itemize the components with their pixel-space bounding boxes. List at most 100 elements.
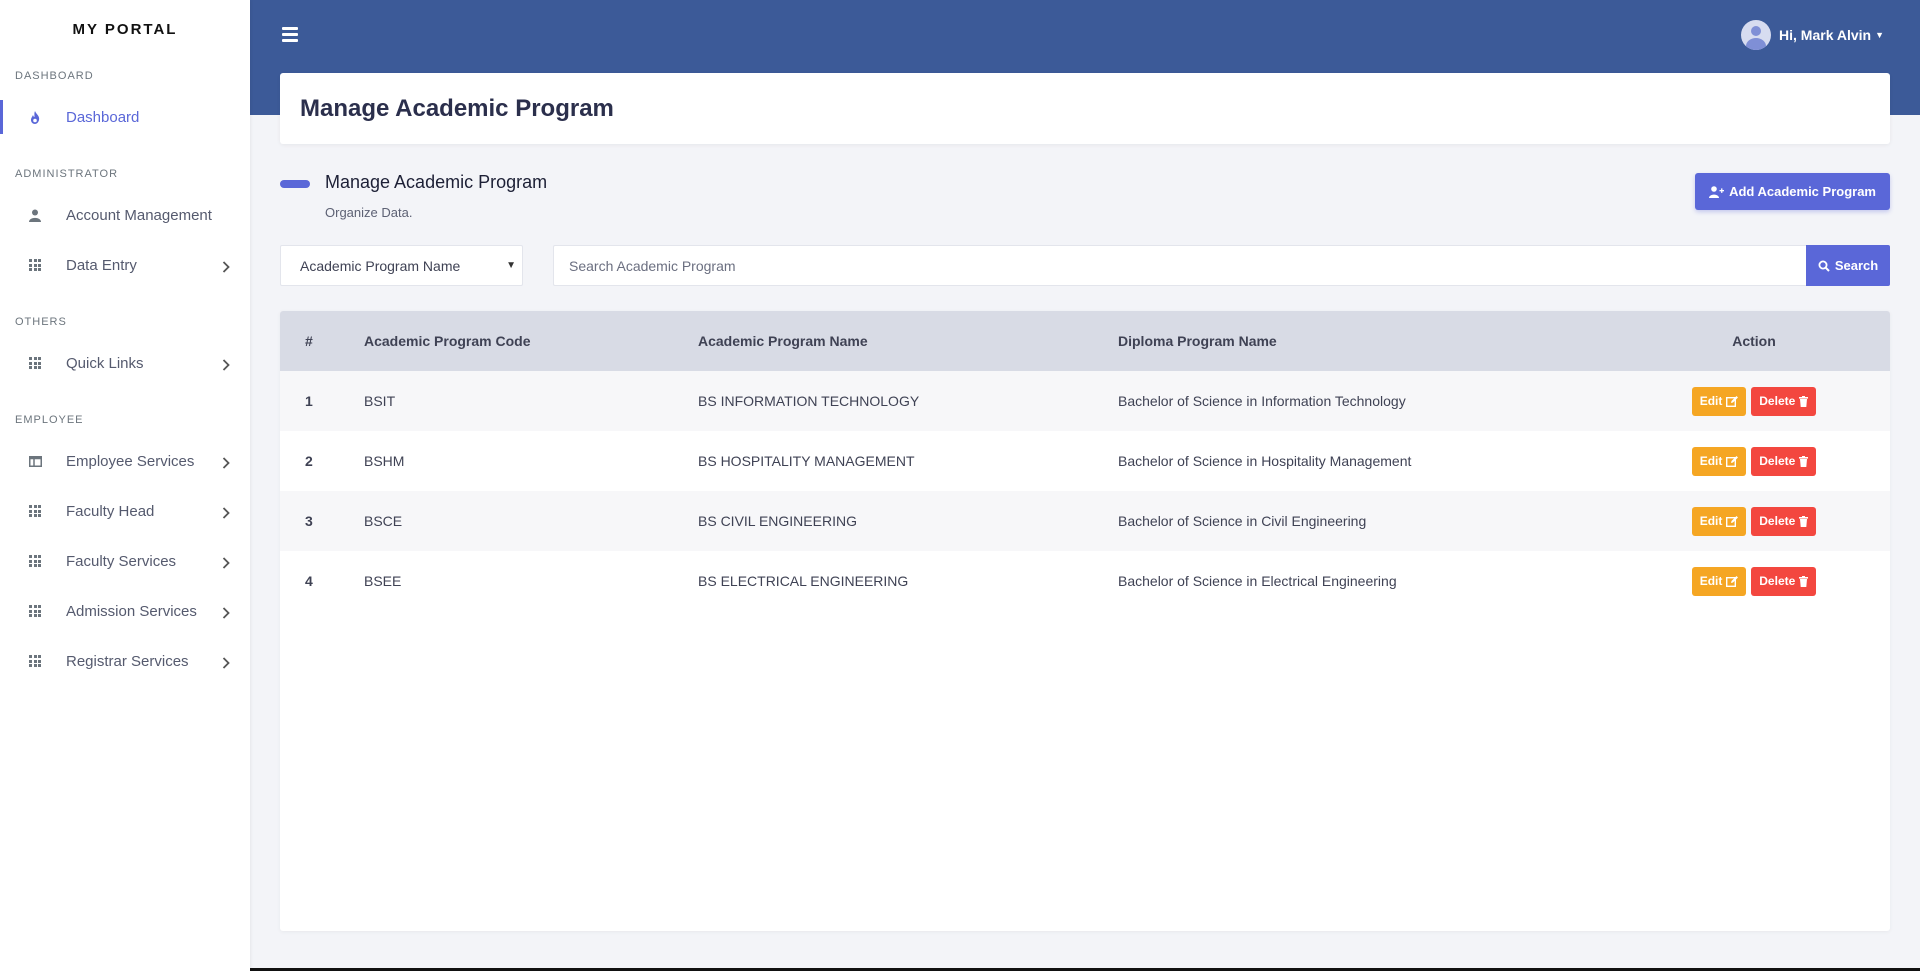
- table-header-row: # Academic Program Code Academic Program…: [280, 311, 1890, 371]
- search-icon: [1818, 260, 1830, 272]
- sidebar-item-label: Data Entry: [66, 256, 137, 274]
- diploma-name: Bachelor of Science in Hospitality Manag…: [1118, 453, 1412, 469]
- row-actions: Edit Delete: [1618, 371, 1890, 431]
- sidebar-item-label: Faculty Head: [66, 502, 155, 520]
- search-input[interactable]: [553, 245, 1807, 286]
- row-actions: Edit Delete: [1618, 491, 1890, 551]
- program-name: BS INFORMATION TECHNOLOGY: [698, 393, 920, 409]
- delete-button[interactable]: Delete: [1751, 446, 1817, 476]
- sidebar-item-data-entry[interactable]: Data Entry: [0, 240, 250, 290]
- delete-button[interactable]: Delete: [1751, 566, 1817, 596]
- edit-button-label: Edit: [1699, 514, 1723, 528]
- sidebar-section-gap: [0, 290, 250, 304]
- hamburger-menu-icon[interactable]: [282, 27, 298, 42]
- sidebar-item-label: Faculty Services: [66, 552, 177, 570]
- edit-icon: [1726, 395, 1739, 407]
- sidebar-item-faculty-head[interactable]: Faculty Head: [0, 486, 250, 536]
- row-actions: Edit Delete: [1618, 551, 1890, 611]
- row-actions: Edit Delete: [1618, 431, 1890, 491]
- edit-icon: [1726, 515, 1739, 527]
- delete-button-label: Delete: [1759, 454, 1796, 468]
- program-code: BSIT: [364, 393, 396, 409]
- filter-select-value: Academic Program Name: [300, 257, 461, 274]
- program-code: BSEE: [364, 573, 402, 589]
- column-header-action: Action: [1732, 333, 1776, 349]
- sidebar-item-registrar-services[interactable]: Registrar Services: [0, 636, 250, 686]
- avatar: [1741, 20, 1772, 50]
- edit-button-label: Edit: [1699, 454, 1723, 468]
- delete-button-label: Delete: [1759, 514, 1796, 528]
- user-plus-icon: [1709, 185, 1725, 198]
- delete-button[interactable]: Delete: [1751, 506, 1817, 536]
- edit-button[interactable]: Edit: [1691, 566, 1747, 596]
- search-button[interactable]: Search: [1806, 245, 1890, 286]
- diploma-name: Bachelor of Science in Information Techn…: [1118, 393, 1406, 409]
- add-academic-program-button[interactable]: Add Academic Program: [1695, 173, 1890, 210]
- diploma-name: Bachelor of Science in Civil Engineering: [1118, 513, 1367, 529]
- column-header-number: #: [305, 333, 313, 349]
- section-subtitle: Organize Data.: [325, 205, 413, 220]
- row-number: 3: [305, 513, 313, 529]
- add-button-label: Add Academic Program: [1729, 184, 1876, 199]
- chevron-right-icon: [222, 556, 232, 569]
- grid-icon: [28, 554, 42, 568]
- table-row: 4 BSEE BS ELECTRICAL ENGINEERING Bachelor o…: [280, 551, 1890, 611]
- user-menu[interactable]: Hi, Mark Alvin ▼: [1741, 20, 1884, 50]
- edit-button[interactable]: Edit: [1691, 446, 1747, 476]
- chevron-right-icon: [222, 260, 232, 273]
- sidebar-section-heading: DASHBOARD: [15, 70, 94, 82]
- delete-button-label: Delete: [1759, 394, 1796, 408]
- filter-field-select[interactable]: Academic Program Name ▼: [280, 245, 523, 286]
- table-row: 3 BSCE BS CIVIL ENGINEERING Bachelor of Sci…: [280, 491, 1890, 551]
- sidebar-item-faculty-services[interactable]: Faculty Services: [0, 536, 250, 586]
- sidebar-section-gap: [0, 142, 250, 156]
- dropdown-arrow-icon: ▼: [506, 260, 516, 271]
- table-row: 2 BSHM BS HOSPITALITY MANAGEMENT Bachelor o…: [280, 431, 1890, 491]
- user-greeting: Hi, Mark Alvin: [1779, 27, 1872, 43]
- program-code: BSHM: [364, 453, 405, 469]
- chevron-right-icon: [222, 656, 232, 669]
- sidebar-section-gap: [0, 388, 250, 402]
- user-icon: [28, 208, 42, 222]
- sidebar-item-admission-services[interactable]: Admission Services: [0, 586, 250, 636]
- sidebar-item-label: Admission Services: [66, 602, 197, 620]
- grid-icon: [28, 356, 42, 370]
- delete-button[interactable]: Delete: [1751, 386, 1817, 416]
- edit-icon: [1726, 455, 1739, 467]
- edit-button[interactable]: Edit: [1691, 386, 1747, 416]
- sidebar-item-employee-services[interactable]: Employee Services: [0, 436, 250, 486]
- chevron-right-icon: [222, 358, 232, 371]
- table-card: # Academic Program Code Academic Program…: [280, 311, 1890, 931]
- sidebar-item-label: Quick Links: [66, 354, 144, 372]
- sidebar-section-heading: EMPLOYEE: [15, 414, 84, 426]
- grid-icon: [28, 258, 42, 272]
- sidebar-item-dashboard[interactable]: Dashboard: [0, 92, 250, 142]
- sidebar: MY PORTAL DASHBOARD Dashboard ADMINISTRATO…: [0, 0, 250, 971]
- program-code: BSCE: [364, 513, 403, 529]
- sidebar-item-quick-links[interactable]: Quick Links: [0, 338, 250, 388]
- trash-icon: [1799, 575, 1809, 587]
- page-title-card: Manage Academic Program: [280, 73, 1890, 144]
- chevron-right-icon: [222, 506, 232, 519]
- page-title: Manage Academic Program: [300, 94, 614, 122]
- column-header-code: Academic Program Code: [364, 333, 531, 349]
- program-name: BS HOSPITALITY MANAGEMENT: [698, 453, 915, 469]
- sidebar-item-label: Dashboard: [66, 108, 140, 126]
- sidebar-item-label: Employee Services: [66, 452, 195, 470]
- academic-program-table: # Academic Program Code Academic Program…: [280, 311, 1890, 611]
- fire-icon: [28, 110, 42, 124]
- row-number: 1: [305, 393, 313, 409]
- grid-icon: [28, 654, 42, 668]
- column-header-diploma: Diploma Program Name: [1118, 333, 1277, 349]
- grid-icon: [28, 504, 42, 518]
- table-row: 1 BSIT BS INFORMATION TECHNOLOGY Bachelor o…: [280, 371, 1890, 431]
- window-icon: [28, 454, 42, 468]
- trash-icon: [1799, 455, 1809, 467]
- edit-button[interactable]: Edit: [1691, 506, 1747, 536]
- row-number: 4: [305, 573, 313, 589]
- search-button-label: Search: [1834, 258, 1879, 273]
- sidebar-item-account-management[interactable]: Account Management: [0, 190, 250, 240]
- chevron-right-icon: [222, 606, 232, 619]
- sidebar-section-heading: ADMINISTRATOR: [15, 168, 119, 180]
- brand-logo[interactable]: MY PORTAL: [0, 0, 250, 58]
